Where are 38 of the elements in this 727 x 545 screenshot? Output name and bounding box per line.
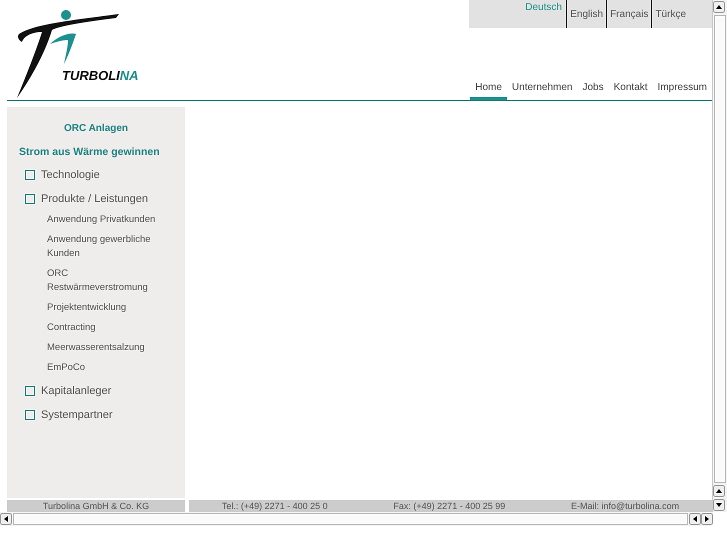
language-link[interactable]: Türkçe [652, 0, 712, 28]
nav-link[interactable]: Impressum [652, 82, 712, 100]
nav-link[interactable]: Jobs [578, 82, 609, 100]
square-bullet-icon [25, 194, 35, 204]
sidebar-link[interactable]: Produkte / Leistungen [41, 193, 148, 205]
language-link[interactable]: Français [607, 0, 652, 28]
sidebar-sublink[interactable]: Meerwasserentsalzung [47, 341, 159, 355]
horizontal-scrollbar[interactable] [0, 512, 713, 526]
sidebar-sublink[interactable]: EmPoCo [47, 361, 159, 375]
footer-company: Turbolina GmbH & Co. KG [7, 500, 185, 512]
scroll-down-icon[interactable] [713, 499, 725, 511]
sidebar-sublink[interactable]: Contracting [47, 321, 159, 335]
scroll-right-icon[interactable] [701, 513, 713, 525]
footer-fax: Fax: (+49) 2271 - 400 25 99 [393, 500, 506, 512]
language-link[interactable]: English [567, 0, 608, 28]
footer-email: E-Mail: info@turbolina.com [570, 500, 680, 512]
logo-text: TURBOLINA [62, 68, 139, 83]
sidebar-link[interactable]: Technologie [41, 169, 100, 181]
sidebar-subtitle: Strom aus Wärme gewinnen [19, 146, 160, 158]
footer-phone: Tel.: (+49) 2271 - 400 25 0 [222, 500, 328, 512]
sidebar-link[interactable]: Kapitalanleger [41, 385, 112, 397]
sidebar-sublink[interactable]: Projektentwicklung [47, 301, 159, 315]
square-bullet-icon [25, 410, 35, 420]
scroll-up-icon[interactable] [713, 1, 725, 13]
sidebar-title: ORC Anlagen [62, 123, 130, 134]
square-bullet-icon [25, 386, 35, 396]
sidebar-link[interactable]: Systempartner [41, 409, 113, 421]
turbolina-logo[interactable]: TURBOLINA [0, 0, 194, 100]
vertical-scrollbar[interactable] [712, 0, 727, 512]
sidebar-sublink[interactable]: Anwendung Privatkunden [47, 213, 159, 227]
scroll-left-icon[interactable] [0, 513, 12, 525]
nav-link[interactable]: Kontakt [608, 82, 653, 100]
sidebar-sublink[interactable]: Anwendung gewerbliche Kunden [47, 233, 159, 261]
scroll-left-icon[interactable] [689, 513, 701, 525]
scroll-up-icon[interactable] [713, 485, 725, 497]
sidebar-sublink[interactable]: ORC Restwärmeverstromung [47, 267, 159, 295]
nav-link[interactable]: Unternehmen [506, 82, 578, 100]
square-bullet-icon [25, 170, 35, 180]
